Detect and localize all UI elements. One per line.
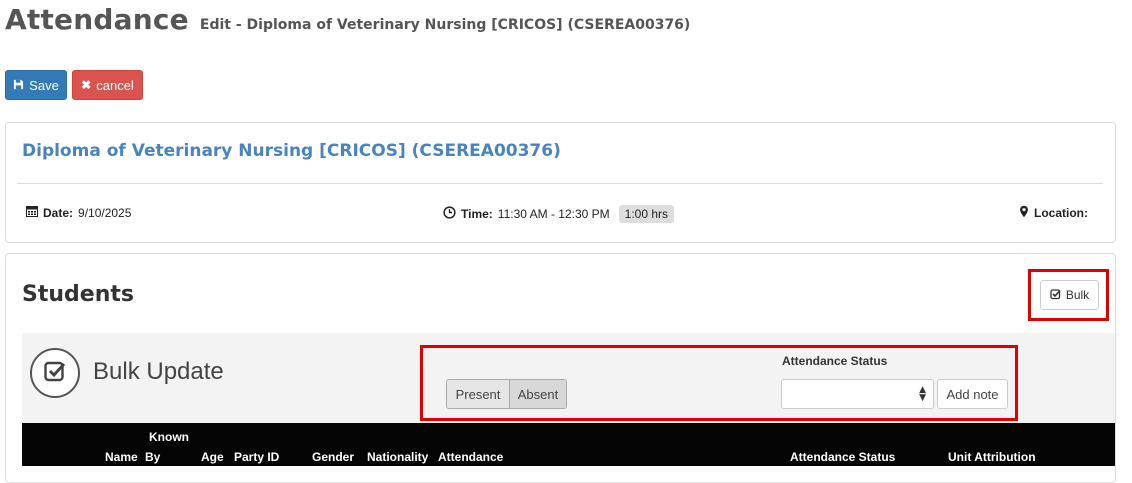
session-info-panel: Diploma of Veterinary Nursing [CRICOS] (…	[5, 122, 1116, 243]
column-header-nationality[interactable]: Nationality	[367, 450, 428, 464]
close-icon: ✖	[81, 78, 92, 92]
present-button[interactable]: Present	[447, 380, 510, 408]
page-subtitle: Edit - Diploma of Veterinary Nursing [CR…	[199, 17, 691, 33]
column-header-known-by-line1[interactable]: Known	[149, 430, 189, 444]
session-date: Date: 9/10/2025	[26, 205, 131, 220]
column-header-party-id[interactable]: Party ID	[234, 450, 279, 464]
attendance-toggle-group: Present Absent	[446, 379, 567, 409]
time-value: 11:30 AM - 12:30 PM	[497, 207, 610, 221]
location-label: Location:	[1034, 206, 1088, 220]
attendance-status-select[interactable]: ▲ ▼	[781, 379, 934, 409]
save-button[interactable]: Save	[5, 70, 67, 100]
bulk-button-label: Bulk	[1065, 288, 1090, 302]
time-label: Time:	[461, 207, 493, 221]
column-header-attendance-status[interactable]: Attendance Status	[790, 450, 895, 464]
attendance-status-label: Attendance Status	[782, 354, 888, 368]
bulk-update-icon-circle	[30, 348, 80, 398]
column-header-unit-attribution[interactable]: Unit Attribution	[948, 450, 1036, 464]
check-square-icon	[1050, 288, 1062, 303]
date-value: 9/10/2025	[78, 205, 132, 220]
duration-badge: 1:00 hrs	[618, 205, 674, 223]
session-location: Location:	[1019, 205, 1093, 221]
page-header: Attendance Edit - Diploma of Veterinary …	[5, 3, 690, 36]
select-arrows-icon: ▲ ▼	[919, 385, 926, 403]
save-button-label: Save	[29, 77, 59, 93]
column-header-known-by-line2[interactable]: By	[145, 450, 160, 464]
absent-button[interactable]: Absent	[510, 380, 566, 408]
course-title-link[interactable]: Diploma of Veterinary Nursing [CRICOS] (…	[22, 141, 561, 161]
column-header-attendance[interactable]: Attendance	[438, 450, 503, 464]
students-heading: Students	[22, 282, 134, 307]
column-header-age[interactable]: Age	[201, 450, 224, 464]
check-square-icon	[43, 359, 67, 387]
clock-icon	[443, 206, 456, 222]
bulk-update-title: Bulk Update	[93, 358, 224, 385]
session-time: Time: 11:30 AM - 12:30 PM 1:00 hrs	[443, 205, 674, 223]
add-note-button[interactable]: Add note	[937, 379, 1008, 409]
divider	[17, 183, 1103, 184]
cancel-button[interactable]: ✖ cancel	[72, 70, 143, 100]
map-marker-icon	[1019, 205, 1029, 221]
save-icon	[13, 78, 24, 93]
page-title: Attendance	[5, 3, 189, 36]
calendar-icon	[26, 205, 38, 220]
bulk-button[interactable]: Bulk	[1040, 280, 1099, 310]
column-header-gender[interactable]: Gender	[312, 450, 354, 464]
cancel-button-label: cancel	[96, 77, 134, 93]
date-label: Date:	[43, 205, 74, 220]
students-table-header: Name Known By Age Party ID Gender Nation…	[22, 423, 1115, 466]
column-header-name[interactable]: Name	[105, 450, 138, 464]
